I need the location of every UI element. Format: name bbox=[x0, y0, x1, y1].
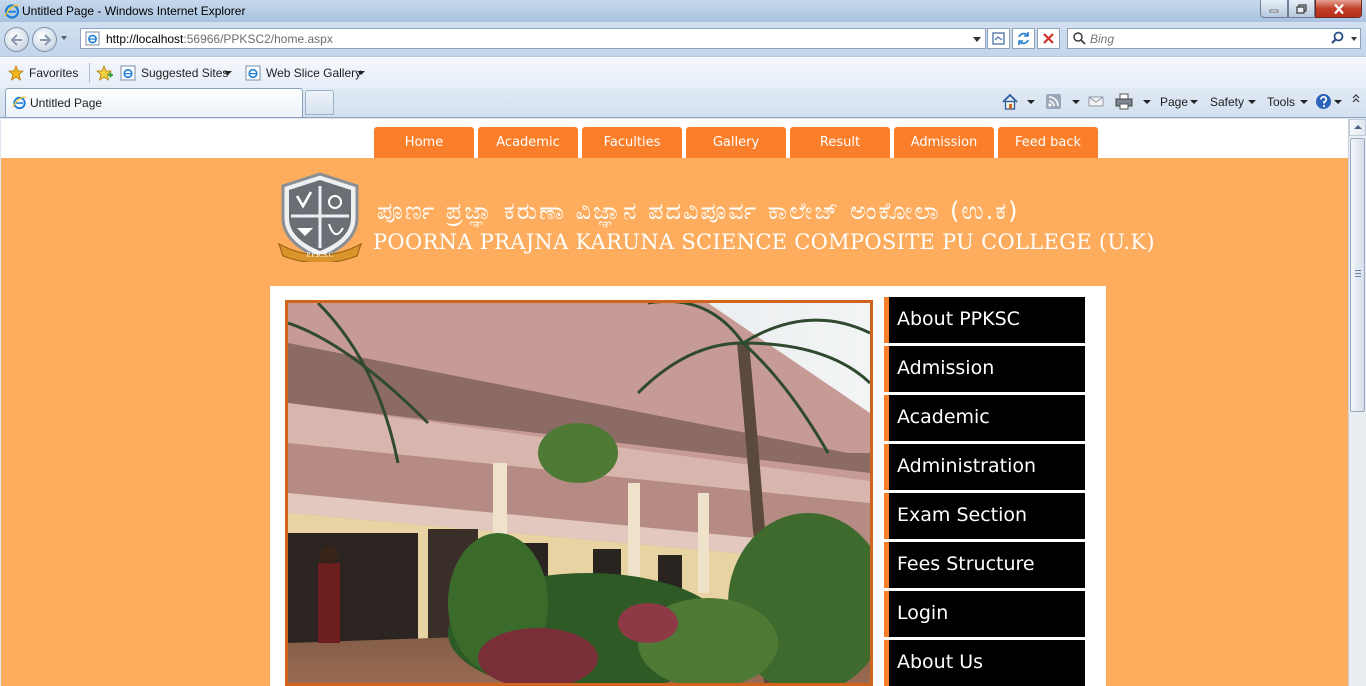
menu-about-ppksc[interactable]: About PPKSC bbox=[884, 297, 1085, 343]
chevron-down-icon bbox=[1143, 100, 1151, 104]
menu-academic[interactable]: Academic bbox=[884, 395, 1085, 441]
page-ie-icon bbox=[85, 31, 100, 46]
nav-home[interactable]: Home bbox=[374, 127, 474, 158]
favorites-separator bbox=[89, 63, 90, 83]
stop-button[interactable] bbox=[1037, 28, 1060, 49]
chevron-down-icon bbox=[1300, 100, 1308, 104]
restore-icon bbox=[1295, 3, 1307, 14]
logo-lettering: P.P.K.S.C bbox=[307, 251, 334, 259]
more-commands-button[interactable] bbox=[1352, 93, 1362, 111]
favorites-button[interactable]: Favorites bbox=[8, 65, 83, 81]
college-logo: P.P.K.S.C bbox=[277, 172, 363, 262]
double-chevron-icon bbox=[1352, 94, 1360, 103]
address-bar[interactable]: http://localhost:56966/PPKSC2/home.aspx bbox=[80, 28, 986, 49]
college-title-english: POORNA PRAJNA KARUNA SCIENCE COMPOSITE P… bbox=[373, 230, 1155, 254]
printer-icon bbox=[1115, 93, 1133, 110]
suggested-sites-link[interactable]: Suggested Sites bbox=[120, 65, 238, 81]
menu-login[interactable]: Login bbox=[884, 591, 1085, 637]
help-icon bbox=[1316, 94, 1331, 109]
compatibility-icon bbox=[992, 32, 1005, 45]
back-button[interactable] bbox=[4, 27, 29, 52]
scroll-up-button[interactable] bbox=[1349, 119, 1366, 136]
internet-explorer-icon bbox=[4, 4, 20, 19]
refresh-button[interactable] bbox=[1012, 28, 1035, 49]
stop-icon bbox=[1043, 33, 1054, 44]
content-panel: About PPKSC Admission Academic Administr… bbox=[270, 286, 1106, 686]
forward-arrow-icon bbox=[40, 34, 52, 46]
window-title: Untitled Page - Windows Internet Explore… bbox=[22, 4, 246, 18]
tab-row: Untitled Page Page Safety Tools bbox=[0, 88, 1366, 118]
web-slice-gallery-link[interactable]: Web Slice Gallery bbox=[245, 65, 370, 81]
chevron-down-icon bbox=[357, 71, 365, 75]
search-input[interactable] bbox=[1090, 30, 1310, 47]
ie-page-icon bbox=[120, 65, 136, 81]
new-tab-button[interactable] bbox=[305, 90, 334, 115]
close-icon bbox=[1333, 3, 1344, 14]
vertical-scrollbar[interactable] bbox=[1348, 119, 1366, 686]
back-arrow-icon bbox=[10, 34, 22, 46]
menu-administration[interactable]: Administration bbox=[884, 444, 1085, 490]
chevron-down-icon bbox=[1190, 100, 1198, 104]
favorites-bar: Favorites Suggested Sites Web Slice Gall… bbox=[0, 56, 1366, 88]
nav-result[interactable]: Result bbox=[790, 127, 890, 158]
search-icon[interactable] bbox=[1330, 31, 1345, 46]
chevron-down-icon bbox=[1072, 100, 1080, 104]
menu-admission[interactable]: Admission bbox=[884, 346, 1085, 392]
close-window-button[interactable] bbox=[1315, 0, 1362, 18]
feeds-button[interactable] bbox=[1045, 93, 1081, 111]
home-icon bbox=[1002, 93, 1018, 110]
nav-academic[interactable]: Academic bbox=[478, 127, 578, 158]
navigation-bar: http://localhost:56966/PPKSC2/home.aspx bbox=[0, 22, 1366, 56]
rss-feed-icon bbox=[1046, 94, 1061, 109]
recent-pages-dropdown[interactable] bbox=[61, 36, 67, 40]
web-page-viewport: Home Academic Faculties Gallery Result A… bbox=[1, 119, 1348, 686]
nav-faculties[interactable]: Faculties bbox=[582, 127, 682, 158]
favorites-star-icon bbox=[8, 65, 24, 81]
minimize-icon bbox=[1269, 9, 1279, 12]
nav-gallery[interactable]: Gallery bbox=[686, 127, 786, 158]
maximize-button[interactable] bbox=[1288, 0, 1315, 18]
search-options-dropdown[interactable] bbox=[1351, 37, 1357, 41]
read-mail-button[interactable] bbox=[1088, 93, 1106, 111]
menu-about-us[interactable]: About Us bbox=[884, 640, 1085, 686]
menu-exam-section[interactable]: Exam Section bbox=[884, 493, 1085, 539]
menu-fees-structure[interactable]: Fees Structure bbox=[884, 542, 1085, 588]
help-menu[interactable] bbox=[1315, 93, 1345, 111]
mail-icon bbox=[1088, 96, 1104, 107]
minimize-button[interactable] bbox=[1260, 0, 1288, 18]
chevron-down-icon bbox=[1027, 100, 1035, 104]
address-dropdown-arrow[interactable] bbox=[973, 37, 981, 42]
chevron-down-icon bbox=[224, 71, 232, 75]
add-favorite-icon bbox=[96, 65, 113, 81]
chevron-down-icon bbox=[1248, 100, 1256, 104]
safety-menu[interactable]: Safety bbox=[1210, 93, 1260, 111]
search-box[interactable] bbox=[1067, 28, 1361, 49]
address-url: http://localhost:56966/PPKSC2/home.aspx bbox=[106, 32, 333, 46]
ie-page-icon bbox=[245, 65, 261, 81]
college-title-kannada: ಪೂರ್ಣ ಪ್ರಜ್ಞಾ ಕರುಣಾ ವಿಜ್ಞಾನ ಪದವಿಪೂರ್ವ ಕಾ… bbox=[377, 197, 1020, 225]
tab-untitled-page[interactable]: Untitled Page bbox=[5, 88, 303, 117]
home-button[interactable] bbox=[1001, 93, 1037, 111]
tools-menu[interactable]: Tools bbox=[1267, 93, 1311, 111]
college-building-photo bbox=[285, 300, 873, 686]
compatibility-view-button[interactable] bbox=[987, 28, 1010, 49]
refresh-icon bbox=[1018, 32, 1029, 45]
page-menu[interactable]: Page bbox=[1160, 93, 1202, 111]
bing-search-provider-icon bbox=[1073, 32, 1086, 45]
print-button[interactable] bbox=[1115, 93, 1153, 111]
nav-feedback[interactable]: Feed back bbox=[998, 127, 1098, 158]
college-building-image bbox=[288, 303, 870, 683]
add-to-favorites-bar-button[interactable] bbox=[96, 65, 114, 81]
nav-admission[interactable]: Admission bbox=[894, 127, 994, 158]
window-title-bar: Untitled Page - Windows Internet Explore… bbox=[0, 0, 1366, 22]
forward-button[interactable] bbox=[32, 27, 57, 52]
chevron-down-icon bbox=[1334, 100, 1342, 104]
internet-explorer-icon bbox=[12, 96, 27, 110]
scrollbar-thumb[interactable] bbox=[1350, 138, 1365, 412]
